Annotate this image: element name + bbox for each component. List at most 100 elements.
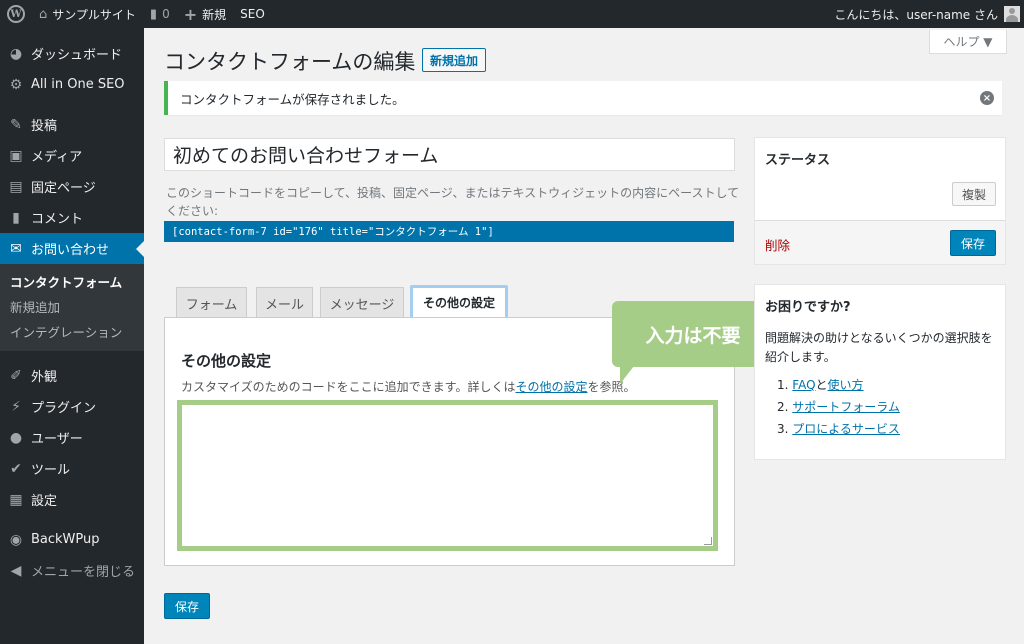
sidebar-item-label: 外観 — [31, 370, 58, 385]
sidebar-item-backwpup[interactable]: ◉ BackWPup — [0, 524, 144, 555]
comments-link[interactable]: ▮ 0 — [143, 0, 177, 28]
duplicate-button[interactable]: 複製 — [951, 182, 996, 206]
docs-link[interactable]: 使い方 — [828, 378, 864, 392]
sidebar-item-aioseo[interactable]: ⚙ All in One SEO — [0, 69, 144, 100]
media-icon: ▣ — [9, 147, 23, 164]
sidebar-item-plugins[interactable]: ⚡ プラグイン — [0, 391, 144, 422]
wrench-icon: ✔ — [10, 460, 22, 477]
help-tab-button[interactable]: ヘルプ ▼ — [929, 30, 1007, 54]
help-links-list: 1. FAQと使い方 2. サポートフォーラム 3. プロによるサービス — [777, 374, 900, 440]
submenu-add-new[interactable]: 新規追加 — [0, 295, 144, 320]
admin-bar: W ⌂ サンプルサイト ▮ 0 + 新規 SEO こんにちは、user-name… — [0, 0, 1024, 28]
new-label: 新規 — [202, 7, 227, 22]
backwpup-icon: ◉ — [9, 531, 23, 548]
sidebar-item-dashboard[interactable]: ◕ ダッシュボード — [0, 38, 144, 69]
admin-sidebar: ◕ ダッシュボード ⚙ All in One SEO ✎ 投稿 ▣ メディア ▤… — [0, 28, 144, 644]
tab-mail[interactable]: メール — [256, 287, 313, 318]
additional-settings-link[interactable]: その他の設定 — [515, 380, 587, 394]
site-name-link[interactable]: ⌂ サンプルサイト — [32, 0, 143, 28]
pin-icon: ✎ — [10, 116, 22, 133]
my-account-menu[interactable]: こんにちは、user-name さん — [827, 0, 1024, 28]
submenu-integration[interactable]: インテグレーション — [0, 320, 144, 345]
support-forum-link[interactable]: サポートフォーラム — [792, 400, 900, 414]
avatar — [1004, 6, 1020, 22]
sidebar-item-label: 固定ページ — [31, 181, 96, 196]
plus-icon: + — [183, 4, 198, 24]
pro-services-link[interactable]: プロによるサービス — [792, 422, 900, 436]
help-box-title: お困りですか? — [765, 300, 851, 315]
comments-count: 0 — [162, 7, 170, 21]
sidebar-item-label: All in One SEO — [31, 77, 125, 92]
sidebar-item-contact[interactable]: ✉ お問い合わせ — [0, 233, 144, 264]
panel-heading: その他の設定 — [181, 352, 272, 370]
sidebar-item-tools[interactable]: ✔ ツール — [0, 453, 144, 484]
brush-icon: ✐ — [10, 367, 22, 384]
save-button-bottom[interactable]: 保存 — [164, 593, 211, 619]
status-box-title: ステータス — [765, 153, 831, 168]
page-title: コンタクトフォームの編集 — [164, 50, 416, 74]
seo-link[interactable]: SEO — [233, 0, 272, 28]
delete-link[interactable]: 削除 — [765, 235, 790, 254]
tab-form[interactable]: フォーム — [176, 287, 247, 318]
settings-icon: ▦ — [9, 491, 23, 508]
save-button[interactable]: 保存 — [949, 230, 996, 256]
panel-description: カスタマイズのためのコードをここに追加できます。詳しくはその他の設定を参照。 — [181, 378, 635, 395]
sidebar-item-label: 投稿 — [31, 119, 58, 134]
sidebar-item-label: メディア — [31, 150, 83, 165]
comment-icon: ▮ — [149, 6, 158, 22]
sidebar-item-label: メニューを閉じる — [31, 565, 136, 580]
shortcode-field[interactable]: [contact-form-7 id="176" title="コンタクトフォー… — [164, 221, 734, 242]
annotation-callout: 入力は不要 — [612, 301, 774, 384]
sidebar-item-pages[interactable]: ▤ 固定ページ — [0, 171, 144, 202]
dashboard-icon: ◕ — [9, 45, 23, 62]
contact-submenu: コンタクトフォーム 新規追加 インテグレーション — [0, 264, 144, 351]
sidebar-item-label: ユーザー — [31, 432, 83, 447]
sidebar-item-label: コメント — [31, 212, 84, 227]
comment-icon: ▮ — [12, 209, 20, 226]
list-item: 3. プロによるサービス — [777, 422, 900, 436]
tab-additional-settings[interactable]: その他の設定 — [410, 285, 508, 320]
sidebar-item-media[interactable]: ▣ メディア — [0, 140, 144, 171]
seo-label: SEO — [240, 7, 265, 21]
dismiss-icon[interactable]: × — [980, 91, 994, 105]
shortcode-description: このショートコードをコピーして、投稿、固定ページ、またはテキストウィジェットの内… — [166, 186, 740, 218]
sidebar-item-label: ダッシュボード — [31, 48, 123, 63]
resize-handle[interactable] — [704, 537, 712, 545]
additional-settings-textarea[interactable] — [177, 400, 718, 551]
status-box: ステータス 複製 削除 保存 — [754, 137, 1006, 265]
sidebar-item-appearance[interactable]: ✐ 外観 — [0, 360, 144, 391]
user-icon: ● — [9, 429, 23, 446]
help-box: お困りですか? 問題解決の助けとなるいくつかの選択肢を紹介します。 1. FAQ… — [754, 284, 1006, 460]
sidebar-item-posts[interactable]: ✎ 投稿 — [0, 109, 144, 140]
list-item: 2. サポートフォーラム — [777, 400, 900, 414]
desc-text-before: カスタマイズのためのコードをここに追加できます。詳しくは — [181, 380, 516, 394]
collapse-icon: ◀ — [10, 562, 22, 579]
form-title-input[interactable]: 初めてのお問い合わせフォーム — [164, 138, 735, 171]
sidebar-item-settings[interactable]: ▦ 設定 — [0, 484, 144, 515]
gear-icon: ⚙ — [9, 76, 23, 93]
status-actions: 削除 保存 — [755, 220, 1005, 264]
tab-messages[interactable]: メッセージ — [320, 287, 404, 318]
sidebar-item-label: BackWPup — [31, 532, 100, 547]
success-notice: コンタクトフォームが保存されました。 × — [164, 81, 1002, 115]
page-icon: ▤ — [9, 178, 23, 195]
sidebar-item-label: プラグイン — [31, 401, 97, 416]
new-content-link[interactable]: + 新規 — [177, 0, 233, 28]
collapse-menu-button[interactable]: ◀ メニューを閉じる — [0, 555, 144, 586]
home-icon: ⌂ — [39, 6, 48, 22]
site-name: サンプルサイト — [52, 7, 136, 22]
help-box-text: 問題解決の助けとなるいくつかの選択肢を紹介します。 — [765, 331, 993, 364]
faq-link[interactable]: FAQ — [792, 378, 815, 392]
notice-text: コンタクトフォームが保存されました。 — [180, 91, 405, 107]
mail-icon: ✉ — [10, 240, 22, 257]
sidebar-item-users[interactable]: ● ユーザー — [0, 422, 144, 453]
add-new-button[interactable]: 新規追加 — [422, 48, 487, 72]
greeting: こんにちは、user-name さん — [834, 7, 998, 22]
sidebar-item-comments[interactable]: ▮ コメント — [0, 202, 144, 233]
list-item: 1. FAQと使い方 — [777, 378, 864, 392]
main-content: ヘルプ ▼ コンタクトフォームの編集 新規追加 コンタクトフォームが保存されまし… — [144, 28, 1024, 644]
sidebar-item-label: ツール — [31, 463, 71, 478]
wp-logo-menu[interactable]: W — [0, 0, 32, 28]
plug-icon: ⚡ — [11, 398, 21, 415]
submenu-contact-forms[interactable]: コンタクトフォーム — [0, 270, 144, 295]
